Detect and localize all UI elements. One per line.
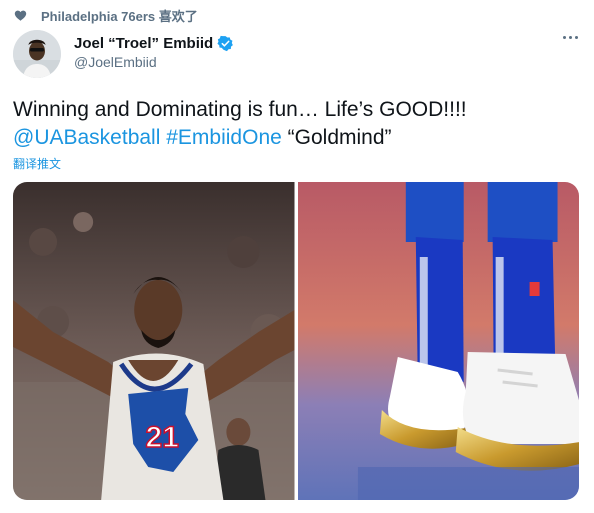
tweet-quote: “Goldmind” (287, 126, 392, 149)
social-context[interactable]: Philadelphia 76ers 喜欢了 (14, 6, 198, 24)
author-display-name[interactable]: Joel “Troel” Embiid (74, 35, 213, 52)
tweet-line-1: Winning and Dominating is fun… Life’s GO… (13, 98, 467, 121)
jersey-number: 21 (146, 421, 179, 454)
author-handle[interactable]: @JoelEmbiid (74, 54, 234, 70)
translate-tweet-link[interactable]: 翻译推文 (13, 155, 61, 172)
mention-link[interactable]: @UABasketball (13, 126, 160, 149)
verified-badge-icon (217, 35, 234, 51)
more-options-icon[interactable] (563, 36, 578, 39)
left-photo[interactable]: 21 (13, 182, 295, 500)
right-photo[interactable] (297, 182, 579, 500)
media-grid: 21 (13, 182, 579, 500)
heart-icon (14, 10, 27, 21)
tweet-text: Winning and Dominating is fun… Life’s GO… (13, 96, 583, 152)
hashtag-link[interactable]: #EmbiidOne (166, 126, 282, 149)
avatar[interactable] (13, 30, 61, 78)
liked-by-text: Philadelphia 76ers 喜欢了 (41, 8, 198, 24)
